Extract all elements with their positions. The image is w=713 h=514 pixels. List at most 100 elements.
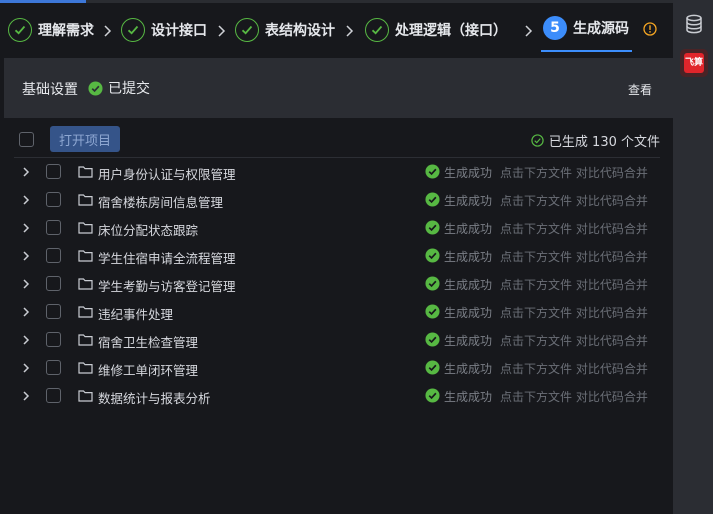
merge-hint: 点击下方文件 对比代码合并: [500, 334, 648, 348]
merge-hint: 点击下方文件 对比代码合并: [500, 194, 648, 208]
basic-settings-panel: 基础设置 已提交 查看: [4, 58, 673, 118]
list-item[interactable]: 床位分配状态跟踪 生成成功 点击下方文件 对比代码合并: [0, 214, 673, 242]
row-checkbox[interactable]: [46, 276, 61, 291]
list-item[interactable]: 维修工单闭环管理 生成成功 点击下方文件 对比代码合并: [0, 354, 673, 382]
module-name: 学生住宿申请全流程管理: [98, 251, 236, 266]
chevron-right-icon[interactable]: [21, 250, 31, 262]
check-circle-filled-icon: [88, 80, 103, 96]
folder-icon: [78, 222, 93, 234]
step-label: 表结构设计: [265, 23, 335, 39]
right-sidebar: 飞算: [673, 0, 713, 514]
check-circle-icon: [531, 134, 544, 147]
chevron-right-icon[interactable]: [21, 278, 31, 290]
chevron-right-icon[interactable]: [21, 222, 31, 234]
generation-status: 生成成功: [444, 390, 493, 404]
chevron-right-icon: [525, 25, 533, 37]
module-name: 用户身份认证与权限管理: [98, 167, 236, 182]
step-processing-logic[interactable]: 处理逻辑（接口）: [365, 17, 507, 43]
step-label: 理解需求: [38, 23, 94, 39]
chevron-right-icon: [104, 25, 112, 37]
folder-icon: [78, 194, 93, 206]
chevron-right-icon[interactable]: [21, 306, 31, 318]
check-circle-filled-icon: [425, 388, 440, 403]
row-checkbox[interactable]: [46, 164, 61, 179]
step-bar: 理解需求 设计接口 表结构设计 处理逻辑（接口） 5 生成源码: [0, 3, 673, 56]
main-area: 理解需求 设计接口 表结构设计 处理逻辑（接口） 5 生成源码 基础设置 已提交…: [0, 0, 673, 514]
row-checkbox[interactable]: [46, 192, 61, 207]
check-circle-icon: [235, 18, 259, 42]
list-item[interactable]: 宿舍楼栋房间信息管理 生成成功 点击下方文件 对比代码合并: [0, 186, 673, 214]
module-name: 宿舍楼栋房间信息管理: [98, 195, 224, 210]
select-all-checkbox[interactable]: [19, 132, 34, 147]
chevron-right-icon[interactable]: [21, 390, 31, 402]
generation-status: 生成成功: [444, 334, 493, 348]
module-name: 违纪事件处理: [98, 307, 174, 322]
step-design-interface[interactable]: 设计接口: [121, 17, 207, 43]
status-text: 已提交: [108, 81, 150, 97]
row-checkbox[interactable]: [46, 388, 61, 403]
step-table-design[interactable]: 表结构设计: [235, 17, 335, 43]
row-checkbox[interactable]: [46, 248, 61, 263]
chevron-right-icon[interactable]: [21, 194, 31, 206]
check-circle-filled-icon: [425, 248, 440, 263]
chevron-right-icon: [218, 25, 226, 37]
database-button[interactable]: [680, 10, 708, 38]
merge-hint: 点击下方文件 对比代码合并: [500, 250, 648, 264]
check-circle-filled-icon: [425, 220, 440, 235]
check-circle-filled-icon: [425, 304, 440, 319]
generation-status: 生成成功: [444, 306, 493, 320]
merge-hint: 点击下方文件 对比代码合并: [500, 306, 648, 320]
step-label: 设计接口: [151, 23, 207, 39]
module-name: 维修工单闭环管理: [98, 363, 199, 378]
feishu-button[interactable]: 飞算: [680, 49, 708, 77]
row-checkbox[interactable]: [46, 332, 61, 347]
list-item[interactable]: 学生考勤与访客登记管理 生成成功 点击下方文件 对比代码合并: [0, 270, 673, 298]
list-toolbar: 打开项目 已生成 130 个文件: [0, 120, 673, 158]
module-name: 学生考勤与访客登记管理: [98, 279, 236, 294]
generation-status: 生成成功: [444, 362, 493, 376]
step-generate-source[interactable]: 5 生成源码: [543, 15, 629, 41]
folder-icon: [78, 250, 93, 262]
view-button[interactable]: 查看: [628, 81, 652, 98]
list-item[interactable]: 宿舍卫生检查管理 生成成功 点击下方文件 对比代码合并: [0, 326, 673, 354]
chevron-right-icon[interactable]: [21, 166, 31, 178]
active-step-underline: [541, 50, 632, 52]
module-name: 数据统计与报表分析: [98, 391, 211, 406]
info-circle-icon[interactable]: [643, 22, 657, 36]
merge-hint: 点击下方文件 对比代码合并: [500, 222, 648, 236]
check-circle-filled-icon: [425, 276, 440, 291]
generated-total-text: 已生成 130 个文件: [548, 135, 660, 150]
settings-title: 基础设置: [22, 82, 78, 98]
merge-hint: 点击下方文件 对比代码合并: [500, 278, 648, 292]
merge-hint: 点击下方文件 对比代码合并: [500, 362, 648, 376]
step-number: 5: [543, 16, 567, 40]
list-item[interactable]: 数据统计与报表分析 生成成功 点击下方文件 对比代码合并: [0, 382, 673, 410]
generation-status: 生成成功: [444, 222, 493, 236]
check-circle-filled-icon: [425, 360, 440, 375]
generated-total: 已生成 130 个文件: [531, 131, 660, 150]
check-circle-filled-icon: [425, 164, 440, 179]
open-project-button[interactable]: 打开项目: [50, 126, 120, 152]
generation-status: 生成成功: [444, 194, 493, 208]
check-circle-filled-icon: [425, 192, 440, 207]
row-checkbox[interactable]: [46, 220, 61, 235]
generation-status: 生成成功: [444, 250, 493, 264]
folder-icon: [78, 278, 93, 290]
list-item[interactable]: 学生住宿申请全流程管理 生成成功 点击下方文件 对比代码合并: [0, 242, 673, 270]
row-checkbox[interactable]: [46, 304, 61, 319]
check-circle-filled-icon: [425, 332, 440, 347]
module-name: 宿舍卫生检查管理: [98, 335, 199, 350]
merge-hint: 点击下方文件 对比代码合并: [500, 166, 648, 180]
row-checkbox[interactable]: [46, 360, 61, 375]
list-item[interactable]: 违纪事件处理 生成成功 点击下方文件 对比代码合并: [0, 298, 673, 326]
step-label: 生成源码: [573, 21, 629, 37]
chevron-right-icon[interactable]: [21, 334, 31, 346]
list-item[interactable]: 用户身份认证与权限管理 生成成功 点击下方文件 对比代码合并: [0, 158, 673, 186]
check-circle-icon: [8, 18, 32, 42]
folder-icon: [78, 390, 93, 402]
folder-icon: [78, 334, 93, 346]
step-understand-requirements[interactable]: 理解需求: [8, 17, 94, 43]
feishu-logo-icon: 飞算: [684, 53, 704, 73]
chevron-right-icon[interactable]: [21, 362, 31, 374]
submitted-status: 已提交: [88, 78, 150, 98]
